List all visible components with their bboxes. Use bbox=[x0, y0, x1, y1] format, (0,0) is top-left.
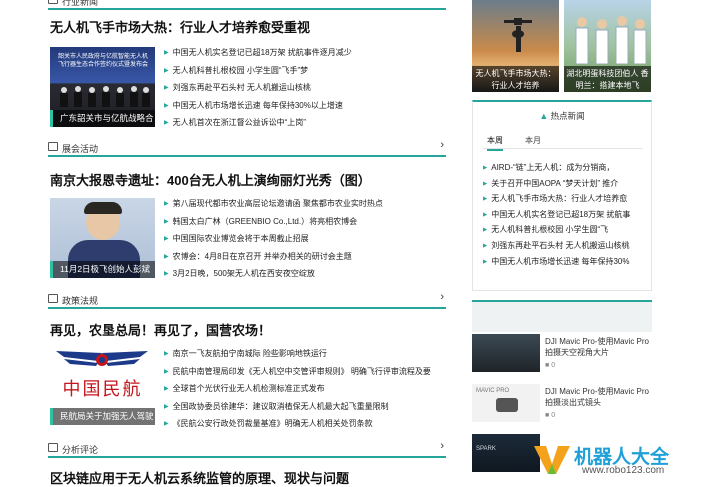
robo123-logo-icon bbox=[534, 446, 570, 474]
video-panel-header bbox=[472, 300, 652, 332]
tab-week[interactable]: 本周 bbox=[487, 135, 503, 151]
video-meta: ■ 0 bbox=[545, 362, 556, 369]
watermark: 机器人大全 www.robo123.com bbox=[530, 440, 700, 480]
list-item[interactable]: 农博会：4月8日在京召开 并举办相关的研讨会主题 bbox=[164, 248, 446, 266]
section-header-policy: 政策法规 › bbox=[48, 291, 446, 309]
headline-link[interactable]: 区块链应用于无人机云系统监管的原理、现状与问题 bbox=[50, 468, 349, 487]
chevron-right-icon[interactable]: › bbox=[440, 139, 444, 151]
headline-link[interactable]: 再见，农垦总局！再见了，国营农场！ bbox=[50, 320, 271, 339]
section-title[interactable]: 展会活动 bbox=[62, 142, 98, 155]
list-item[interactable]: 无人机首次在浙江督公益诉讼中“上岗” bbox=[164, 114, 446, 132]
flame-icon: ▲ bbox=[539, 111, 549, 121]
tab-month[interactable]: 本月 bbox=[525, 135, 541, 146]
list-item[interactable]: 中国无人机实名登记已超18万架 扰航事件逐月减少 bbox=[164, 44, 446, 62]
chevron-right-icon[interactable]: › bbox=[440, 440, 444, 452]
list-item[interactable]: 关于召开中国AOPA “梦天计划” 推介 bbox=[483, 176, 649, 192]
hot-news-list: AIRD-“链”上无人机：成为分销商， 关于召开中国AOPA “梦天计划” 推介… bbox=[483, 160, 649, 269]
chart-line-icon bbox=[48, 443, 58, 452]
video-thumbnail bbox=[472, 334, 540, 372]
news-list: 南京一飞友航拍宁南城际 险些影响地铁运行 民航中南管理局印发《无人机空中交管评审… bbox=[164, 345, 446, 433]
section-title[interactable]: 政策法规 bbox=[62, 294, 98, 307]
panel-title: 热点新闻 bbox=[550, 111, 585, 121]
list-item[interactable]: 《民航公安行政处罚裁量基准》明确无人机相关处罚条款 bbox=[164, 415, 446, 433]
list-item[interactable]: AIRD-“链”上无人机：成为分销商， bbox=[483, 160, 649, 176]
list-item[interactable]: 南京一飞友航拍宁南城际 险些影响地铁运行 bbox=[164, 345, 446, 363]
list-item[interactable]: 无人机科普扎根校园 小学生圆“飞手”梦 bbox=[164, 62, 446, 80]
drone-image bbox=[496, 398, 518, 412]
drone-image bbox=[504, 18, 532, 52]
thumbnail-caption: 无人机飞手市场大热：行业人才培养 bbox=[472, 66, 559, 92]
chevron-right-icon[interactable]: › bbox=[440, 0, 444, 4]
thumbnail-banner-text: 韶关市人民政府与亿航智能无人机飞行器生态合作签约仪式暨发布会 bbox=[58, 54, 149, 68]
thumbnail-caption: 民航局关于加强无人驾驶 bbox=[50, 408, 155, 425]
view-count: 0 bbox=[551, 362, 556, 369]
calendar-icon bbox=[48, 142, 58, 151]
video-meta: ■ 0 bbox=[545, 412, 556, 419]
chevron-right-icon[interactable]: › bbox=[440, 291, 444, 303]
news-thumbnail[interactable]: 中国民航 民航局关于加强无人驾驶 bbox=[50, 345, 155, 425]
list-item[interactable]: 刘强东再赴平石头村 无人机搬运山核桃 bbox=[164, 79, 446, 97]
thumbnail-text: SPARK bbox=[476, 446, 496, 452]
portrait-hair bbox=[84, 202, 122, 214]
hot-news-panel: ▲ 热点新闻 本周 本月 AIRD-“链”上无人机：成为分销商， 关于召开中国A… bbox=[472, 100, 652, 291]
list-item[interactable]: 刘强东再赴平石头村 无人机搬运山核桃 bbox=[483, 238, 649, 254]
list-item[interactable]: 无人机飞手市场大热：行业人才培养愈 bbox=[483, 191, 649, 207]
video-title[interactable]: DJI Mavic Pro-使用Mavic Pro拍摄天空视角大片 bbox=[545, 336, 655, 358]
watermark-url: www.robo123.com bbox=[582, 465, 665, 476]
view-count: 0 bbox=[551, 412, 556, 419]
video-item[interactable]: DJI Mavic Pro-使用Mavic Pro拍摄天空视角大片 ■ 0 bbox=[472, 334, 652, 372]
headline-link[interactable]: 无人机飞手市场大热：行业人才培养愈受重视 bbox=[50, 17, 310, 36]
section-header-analysis: 分析评论 › bbox=[48, 440, 446, 458]
section-title[interactable]: 行业新闻 bbox=[62, 0, 98, 8]
caac-wings-logo bbox=[56, 351, 148, 366]
section-header-industry: 行业新闻 › bbox=[48, 0, 446, 10]
list-item[interactable]: 中国无人机市场增长迅速 每年保持30% bbox=[483, 254, 649, 270]
people-image bbox=[56, 85, 150, 107]
logo-text: 中国民航 bbox=[62, 379, 143, 400]
hot-news-header: ▲ 热点新闻 bbox=[473, 110, 651, 122]
video-title[interactable]: DJI Mavic Pro-使用Mavic Pro拍摄淡出式镜头 bbox=[545, 386, 655, 408]
thumbnail-caption: 广东韶关市与亿航战略合 bbox=[50, 110, 155, 127]
section-title[interactable]: 分析评论 bbox=[62, 443, 98, 456]
news-icon bbox=[48, 0, 58, 4]
news-thumbnail[interactable]: 韶关市人民政府与亿航智能无人机飞行器生态合作签约仪式暨发布会 广东韶关市与亿航战… bbox=[50, 47, 155, 127]
thumbnail-text: MAVIC PRO bbox=[476, 388, 510, 394]
headline-link[interactable]: 南京大报恩寺遗址：400台无人机上演绚丽灯光秀（图） bbox=[50, 170, 371, 189]
feature-thumbnail[interactable]: 湖北明蛋科技团伯人 香明兰：搭建本地飞 bbox=[564, 0, 651, 92]
news-list: 第八届现代都市农业高层论坛邀请函 聚焦都市农业实时热点 韩国太白广林（GREEN… bbox=[164, 195, 446, 283]
list-item[interactable]: 3月2日晚，500架无人机在西安夜空绽放 bbox=[164, 265, 446, 283]
video-item[interactable]: MAVIC PRO DJI Mavic Pro-使用Mavic Pro拍摄淡出式… bbox=[472, 384, 652, 422]
hot-news-tabs: 本周 本月 bbox=[483, 132, 643, 151]
news-thumbnail[interactable]: 11月2日极飞创始人彭斌 bbox=[50, 198, 155, 278]
list-item[interactable]: 第八届现代都市农业高层论坛邀请函 聚焦都市农业实时热点 bbox=[164, 195, 446, 213]
list-item[interactable]: 全国政协委员徐建华：建议取消植保无人机最大起飞重量限制 bbox=[164, 398, 446, 416]
list-item[interactable]: 中国无人机市场增长迅速 每年保持30%以上增速 bbox=[164, 97, 446, 115]
thumbnail-caption: 湖北明蛋科技团伯人 香明兰：搭建本地飞 bbox=[564, 66, 651, 92]
thumbnail-caption: 11月2日极飞创始人彭斌 bbox=[50, 261, 155, 278]
section-header-exhibition: 展会活动 › bbox=[48, 139, 446, 157]
list-item[interactable]: 韩国太白广林（GREENBIO Co.,Ltd.）将亮相农博会 bbox=[164, 213, 446, 231]
people-image bbox=[575, 16, 647, 64]
news-list: 中国无人机实名登记已超18万架 扰航事件逐月减少 无人机科普扎根校园 小学生圆“… bbox=[164, 44, 446, 132]
list-item[interactable]: 中国无人机实名登记已超18万架 扰航事 bbox=[483, 207, 649, 223]
list-item[interactable]: 全球首个光伏行业无人机检测标准正式发布 bbox=[164, 380, 446, 398]
list-item[interactable]: 中国国际农业博览会将于本周截止招展 bbox=[164, 230, 446, 248]
layers-icon bbox=[48, 294, 58, 303]
video-thumbnail: MAVIC PRO bbox=[472, 384, 540, 422]
list-item[interactable]: 民航中南管理局印发《无人机空中交管评审规则》 明确飞行评审流程及要 bbox=[164, 363, 446, 381]
feature-thumbnail[interactable]: 无人机飞手市场大热：行业人才培养 bbox=[472, 0, 559, 92]
list-item[interactable]: 无人机科普扎根校园 小学生圆“飞 bbox=[483, 222, 649, 238]
